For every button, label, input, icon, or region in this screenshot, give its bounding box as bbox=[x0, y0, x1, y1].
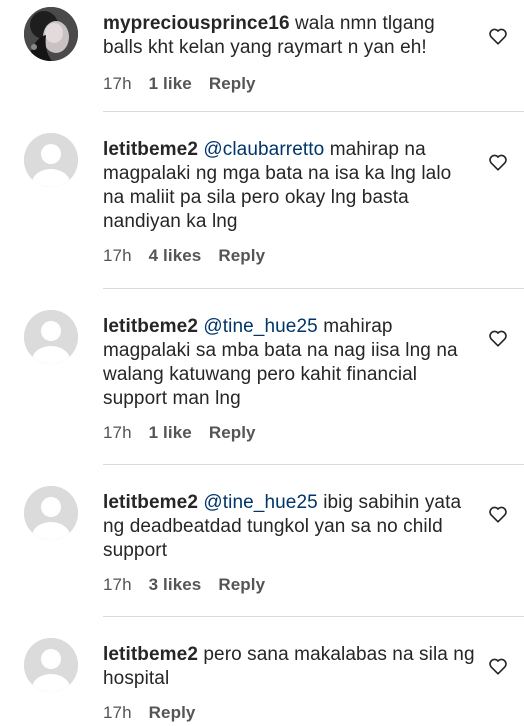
divider bbox=[103, 464, 524, 465]
user-silhouette-icon bbox=[24, 638, 78, 692]
comment-meta: 17h 1 like Reply bbox=[103, 421, 475, 445]
reply-button[interactable]: Reply bbox=[149, 701, 196, 725]
reply-button[interactable]: Reply bbox=[209, 421, 256, 445]
divider bbox=[103, 288, 524, 289]
comment-body: mypreciousprince16 wala nmn tlgang balls… bbox=[103, 12, 475, 96]
comment-meta: 17h 3 likes Reply bbox=[103, 573, 475, 597]
comment-body: letitbeme2 @claubarretto mahirap na magp… bbox=[103, 138, 475, 268]
reply-button[interactable]: Reply bbox=[218, 573, 265, 597]
comment-mention[interactable]: @tine_hue25 bbox=[203, 316, 317, 337]
comment-time: 17h bbox=[103, 703, 132, 722]
comment-time: 17h bbox=[103, 246, 132, 265]
heart-outline-icon[interactable] bbox=[488, 505, 508, 523]
avatar[interactable] bbox=[24, 638, 78, 692]
comment-likes[interactable]: 3 likes bbox=[149, 573, 202, 597]
comment-username[interactable]: letitbeme2 bbox=[103, 644, 198, 665]
divider bbox=[103, 111, 524, 112]
comment-time: 17h bbox=[103, 423, 132, 442]
comment-body: letitbeme2 @tine_hue25 ibig sabihin yata… bbox=[103, 491, 475, 597]
user-silhouette-icon bbox=[24, 310, 78, 364]
comment-body: letitbeme2 pero sana makalabas na sila n… bbox=[103, 643, 475, 725]
comment-meta: 17h Reply bbox=[103, 701, 475, 725]
comment-username[interactable]: letitbeme2 bbox=[103, 316, 198, 337]
avatar[interactable] bbox=[24, 7, 78, 61]
heart-outline-icon[interactable] bbox=[488, 329, 508, 347]
user-silhouette-icon bbox=[24, 486, 78, 540]
divider bbox=[103, 616, 524, 617]
comment-likes[interactable]: 1 like bbox=[149, 421, 192, 445]
comment-username[interactable]: mypreciousprince16 bbox=[103, 13, 290, 34]
comment-meta: 17h 1 like Reply bbox=[103, 72, 475, 96]
comment-body: letitbeme2 @tine_hue25 mahirap magpalaki… bbox=[103, 315, 475, 445]
heart-outline-icon[interactable] bbox=[488, 657, 508, 675]
comment-likes[interactable]: 1 like bbox=[149, 72, 192, 96]
avatar[interactable] bbox=[24, 133, 78, 187]
reply-button[interactable]: Reply bbox=[218, 244, 265, 268]
heart-outline-icon[interactable] bbox=[488, 153, 508, 171]
avatar[interactable] bbox=[24, 310, 78, 364]
avatar-photo bbox=[24, 7, 78, 61]
comment-meta: 17h 4 likes Reply bbox=[103, 244, 475, 268]
comment-mention[interactable]: @tine_hue25 bbox=[203, 492, 317, 513]
comment-mention[interactable]: @claubarretto bbox=[203, 139, 324, 160]
comment-username[interactable]: letitbeme2 bbox=[103, 492, 198, 513]
comment-username[interactable]: letitbeme2 bbox=[103, 139, 198, 160]
heart-outline-icon[interactable] bbox=[488, 27, 508, 45]
comment-likes[interactable]: 4 likes bbox=[149, 244, 202, 268]
avatar[interactable] bbox=[24, 486, 78, 540]
user-silhouette-icon bbox=[24, 133, 78, 187]
comment-time: 17h bbox=[103, 575, 132, 594]
comment-time: 17h bbox=[103, 74, 132, 93]
reply-button[interactable]: Reply bbox=[209, 72, 256, 96]
